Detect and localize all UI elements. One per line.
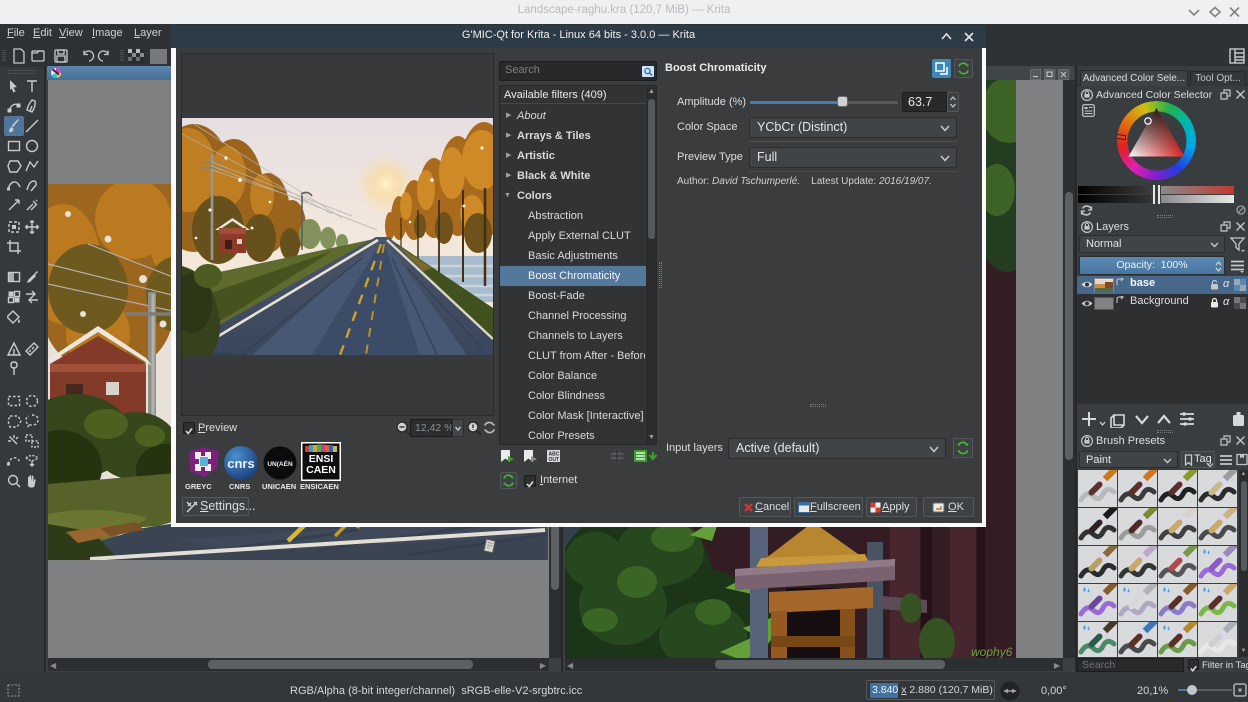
svg-text:UN(AĖN: UN(AĖN [267,460,293,468]
svg-text:cnrs: cnrs [227,456,254,471]
svg-text:CAEN: CAEN [306,464,336,476]
svg-text:OUT: OUT [549,457,560,463]
